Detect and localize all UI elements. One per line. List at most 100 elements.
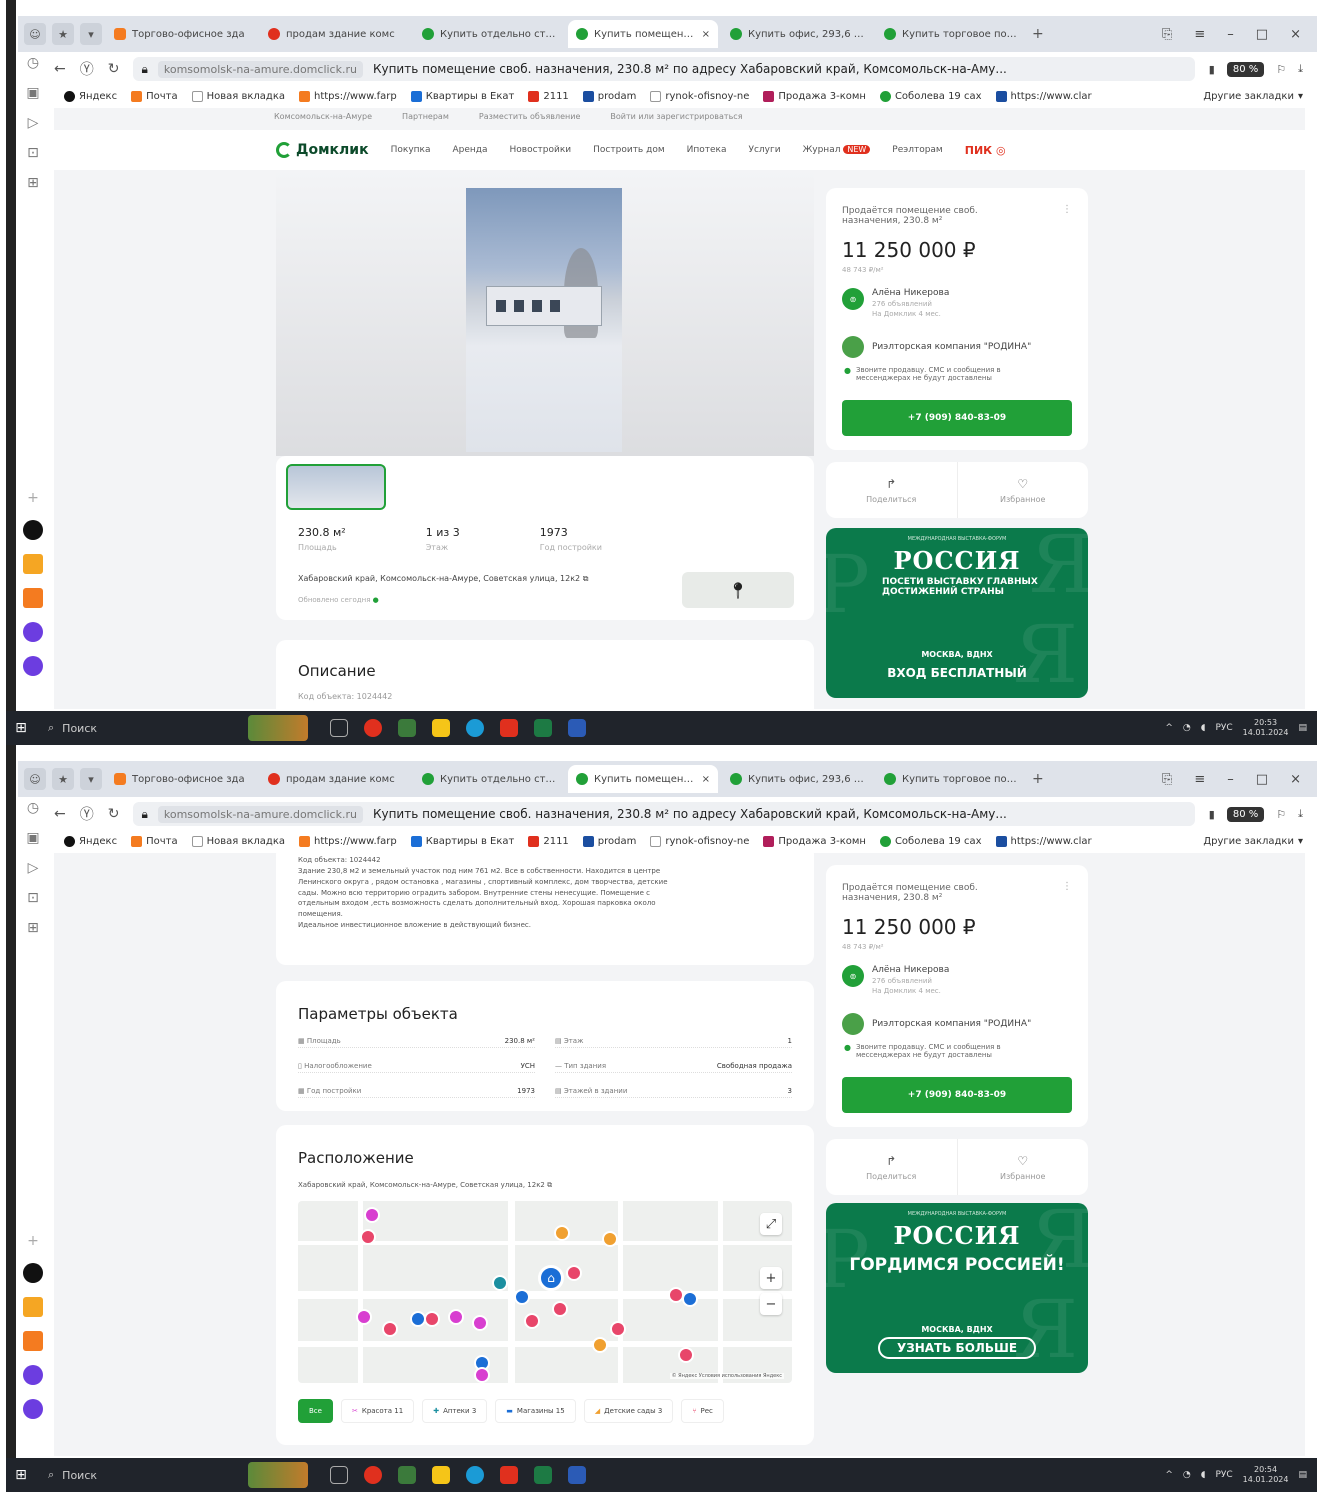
nav-journal[interactable]: Журнал NEW <box>803 145 871 155</box>
beauty-pin-icon[interactable] <box>356 1309 372 1325</box>
task-view-icon[interactable] <box>330 719 348 737</box>
close-window-icon[interactable]: × <box>1290 772 1301 787</box>
bookmark-panel-icon[interactable]: ⎘ <box>1162 772 1172 787</box>
bookmark-icon[interactable]: ▮ <box>1209 63 1215 76</box>
address-field[interactable]: 🔒︎ komsomolsk-na-amure.domclick.ru Купит… <box>133 802 1195 826</box>
extensions-icon[interactable]: ⚐ <box>1276 808 1286 821</box>
photo-gallery[interactable] <box>276 170 814 456</box>
other-bookmarks[interactable]: Другие закладки ▾ <box>1203 836 1303 847</box>
edge-icon[interactable] <box>466 719 484 737</box>
tab[interactable]: Купить отдельно стоя <box>414 765 564 793</box>
bookmark-item[interactable]: Новая вкладка <box>191 90 285 102</box>
app-icon[interactable] <box>23 1297 43 1317</box>
agency-block[interactable]: Риэлторская компания "РОДИНА" <box>842 1013 1031 1035</box>
agent-block[interactable]: ⊚ Алёна Никерова 276 объявлений На Домклик… <box>842 288 949 319</box>
property-home-icon[interactable]: ⌂ <box>538 1265 564 1291</box>
nav-new-buildings[interactable]: Новостройки <box>510 145 572 155</box>
star-icon[interactable]: ★ <box>52 768 74 790</box>
ad-cta-button[interactable]: УЗНАТЬ БОЛЬШЕ <box>878 1337 1036 1359</box>
app-icon[interactable] <box>23 656 43 676</box>
excel-icon[interactable] <box>534 719 552 737</box>
shop-pin-icon[interactable] <box>360 1229 376 1245</box>
shop-pin-icon[interactable] <box>382 1321 398 1337</box>
map[interactable]: ⌂ ⤢ + − © Яндекс Условия использования Я… <box>298 1201 792 1383</box>
bookmark-item[interactable]: prodam <box>582 835 636 847</box>
photo-thumbnail[interactable] <box>286 464 386 510</box>
app-icon[interactable] <box>23 1263 43 1283</box>
zoom-badge[interactable]: 80 % <box>1226 61 1265 77</box>
pharmacy-pin-icon[interactable] <box>492 1275 508 1291</box>
app-icon[interactable] <box>23 1331 43 1351</box>
chip-beauty[interactable]: ✂ Красота 11 <box>340 1399 415 1423</box>
bookmark-item[interactable]: Продажа 3-комн <box>763 835 866 847</box>
tab-active[interactable]: Купить помещение × <box>568 765 718 793</box>
windows-start-icon[interactable]: ⊞ <box>6 1467 36 1483</box>
shop-pin-icon[interactable] <box>524 1313 540 1329</box>
bookmark-icon[interactable]: ▮ <box>1209 808 1215 821</box>
app-icon[interactable] <box>23 554 43 574</box>
bookmark-item[interactable]: 2111 <box>528 90 569 102</box>
bookmark-item[interactable]: rynok-ofisnoy-ne <box>650 90 749 102</box>
building-photo[interactable] <box>466 188 622 452</box>
bookmark-item[interactable]: https://www.clar <box>995 90 1092 102</box>
kindergarten-pin-icon[interactable] <box>554 1225 570 1241</box>
reload-icon[interactable]: ↻ <box>108 806 120 822</box>
more-icon[interactable]: ⋮ <box>1062 881 1072 892</box>
lang-indicator[interactable]: РУС <box>1215 723 1232 733</box>
yandex-icon[interactable]: Ⓨ <box>80 804 94 824</box>
app-icon[interactable] <box>23 520 43 540</box>
add-icon[interactable]: + <box>27 490 39 506</box>
tab[interactable]: продам здание комс <box>260 765 410 793</box>
tab[interactable]: Купить торговое поме <box>876 20 1026 48</box>
play-icon[interactable]: ▷ <box>28 115 39 131</box>
beauty-pin-icon[interactable] <box>472 1315 488 1331</box>
close-icon[interactable]: × <box>702 774 710 785</box>
more-icon[interactable]: ⋮ <box>1062 204 1072 215</box>
network-icon[interactable]: ◔ <box>1183 723 1191 733</box>
edge-icon[interactable] <box>466 1466 484 1484</box>
task-view-icon[interactable] <box>330 1466 348 1484</box>
yandex-icon[interactable] <box>500 719 518 737</box>
login-link[interactable]: Войти или зарегистрироваться <box>610 112 742 121</box>
beauty-pin-icon[interactable] <box>474 1367 490 1383</box>
menu-icon[interactable]: ≡ <box>1194 772 1205 787</box>
copy-icon[interactable]: ⧉ <box>583 574 589 583</box>
chip-all[interactable]: Все <box>298 1399 333 1423</box>
favorite-button[interactable]: ♡ Избранное <box>958 462 1089 518</box>
bookmark-panel-icon[interactable]: ⎘ <box>1162 27 1172 42</box>
zoom-out-button[interactable]: − <box>760 1293 782 1315</box>
store-pin-icon[interactable] <box>514 1289 530 1305</box>
bookmark-item[interactable]: prodam <box>582 90 636 102</box>
word-icon[interactable] <box>568 1466 586 1484</box>
taskbar-search[interactable]: ⌕ Поиск <box>36 715 236 741</box>
back-icon[interactable]: ← <box>54 61 66 77</box>
volume-icon[interactable]: ◖ <box>1201 1470 1206 1480</box>
back-icon[interactable]: ← <box>54 806 66 822</box>
shop-pin-icon[interactable] <box>424 1311 440 1327</box>
file-explorer-icon[interactable] <box>432 719 450 737</box>
bookmark-item[interactable]: Соболева 19 сах <box>879 835 982 847</box>
shop-pin-icon[interactable] <box>552 1301 568 1317</box>
word-icon[interactable] <box>568 719 586 737</box>
nav-rent[interactable]: Аренда <box>452 145 487 155</box>
bookmark-item[interactable]: Почта <box>131 835 178 847</box>
clock[interactable]: 20:53 14.01.2024 <box>1243 718 1289 737</box>
bookmark-item[interactable]: 2111 <box>528 835 569 847</box>
download-icon[interactable]: ⤓ <box>1298 807 1303 821</box>
downloads-icon[interactable]: ⊡ <box>27 890 39 906</box>
bookmark-item[interactable]: https://www.farp <box>298 835 397 847</box>
lang-indicator[interactable]: РУС <box>1215 1470 1232 1480</box>
download-icon[interactable]: ⤓ <box>1298 62 1303 76</box>
nav-realtors[interactable]: Реэлторам <box>892 145 942 155</box>
post-ad-link[interactable]: Разместить объявление <box>479 112 581 121</box>
yandex-icon[interactable] <box>500 1466 518 1484</box>
app-icon[interactable] <box>398 719 416 737</box>
screenshot-icon[interactable]: ⊞ <box>27 175 39 191</box>
bookmark-item[interactable]: Соболева 19 сах <box>879 90 982 102</box>
shop-pin-icon[interactable] <box>610 1321 626 1337</box>
taskbar-widget[interactable] <box>248 715 308 741</box>
bookmark-item[interactable]: Квартиры в Екат <box>410 835 514 847</box>
shop-pin-icon[interactable] <box>678 1347 694 1363</box>
bookmark-item[interactable]: Квартиры в Екат <box>410 90 514 102</box>
close-window-icon[interactable]: × <box>1290 27 1301 42</box>
